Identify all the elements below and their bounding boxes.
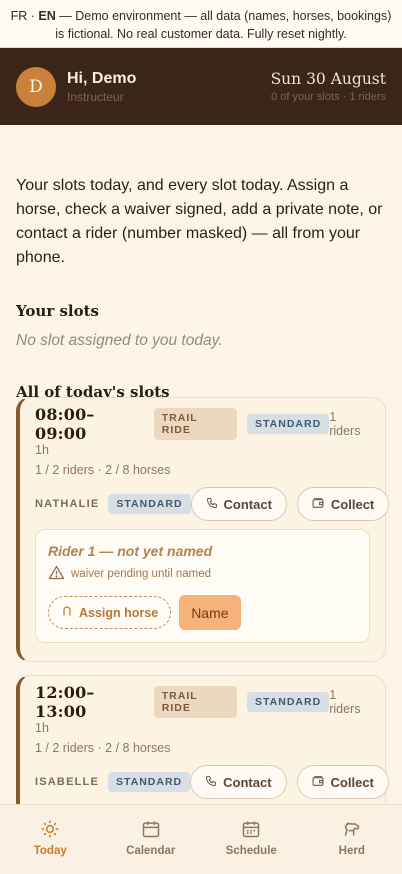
phone-icon (205, 775, 217, 790)
lang-fr-link[interactable]: FR (11, 9, 28, 23)
rider-entry: Rider 1 — not yet named waiver pending u… (35, 529, 370, 643)
slot-duration: 1h (35, 443, 49, 457)
date-block: Sun 30 August 0 of your slots · 1 riders (271, 70, 386, 103)
slot-instructor: NATHALIE (35, 498, 100, 510)
your-slots-empty: No slot assigned to you today. (16, 332, 223, 349)
instructor-level-badge: STANDARD (108, 494, 191, 514)
slots-summary: 0 of your slots · 1 riders (271, 91, 386, 103)
wallet-icon (312, 775, 325, 790)
phone-icon (206, 497, 218, 512)
slot-riders-count: 1 riders (329, 410, 361, 438)
collect-button[interactable]: Collect (296, 487, 390, 521)
collect-label: Collect (330, 774, 374, 790)
instructor-level-badge: STANDARD (108, 772, 191, 792)
slot-level-badge: STANDARD (247, 414, 330, 434)
lang-en-link[interactable]: EN (38, 9, 55, 23)
slot-level-badge: STANDARD (247, 692, 330, 712)
app-header: D Hi, Demo Instructeur Sun 30 August 0 o… (0, 48, 402, 125)
assign-horse-button[interactable]: Assign horse (48, 596, 172, 629)
slot-kind-badge: TRAIL RIDE (153, 686, 238, 718)
warning-icon (48, 565, 65, 583)
slot-instructor: ISABELLE (35, 776, 99, 788)
nav-calendar-label: Calendar (126, 845, 176, 857)
contact-button[interactable]: Contact (190, 487, 287, 521)
horseshoe-icon (61, 605, 73, 620)
greeting-block: Hi, Demo Instructeur (67, 70, 136, 104)
lang-separator: · (30, 9, 35, 23)
demo-notice-text: — Demo environment — all data (names, ho… (55, 9, 392, 41)
slot-capacity: 1 / 2 riders · 2 / 8 horses (35, 463, 171, 477)
assign-horse-label: Assign horse (79, 605, 159, 620)
nav-schedule-label: Schedule (225, 845, 277, 857)
nav-schedule[interactable]: Schedule (201, 805, 302, 874)
greeting-text: Hi, Demo (67, 69, 137, 87)
nav-herd[interactable]: Herd (302, 805, 402, 874)
rider-title: Rider 1 — not yet named (48, 543, 213, 559)
contact-label: Contact (223, 774, 272, 790)
slot-riders-count: 1 riders (329, 688, 361, 716)
user-role: Instructeur (67, 89, 124, 104)
slot-duration: 1h (35, 721, 49, 735)
main-content: Your slots today, and every slot today. … (0, 174, 402, 401)
calendar-icon (142, 821, 159, 838)
contact-label: Contact (223, 496, 272, 512)
nav-today[interactable]: Today (0, 805, 101, 874)
avatar[interactable]: D (16, 66, 56, 107)
name-rider-button[interactable]: Name (179, 595, 241, 630)
intro-text: Your slots today, and every slot today. … (16, 177, 383, 266)
collect-label: Collect (330, 496, 375, 512)
slot-time: 12:00–13:00 (35, 683, 95, 721)
demo-banner: FR · EN — Demo environment — all data (n… (0, 0, 402, 48)
wallet-icon (312, 497, 325, 512)
your-slots-heading: Your slots (16, 302, 99, 320)
collect-button[interactable]: Collect (296, 765, 389, 799)
current-date: Sun 30 August (270, 70, 386, 88)
sun-icon (41, 820, 59, 838)
schedule-icon (243, 821, 260, 838)
nav-calendar[interactable]: Calendar (101, 805, 202, 874)
nav-today-label: Today (33, 845, 67, 857)
contact-button[interactable]: Contact (190, 765, 287, 799)
slot-kind-badge: TRAIL RIDE (153, 408, 238, 440)
waiver-status: waiver pending until named (71, 568, 212, 580)
slot-capacity: 1 / 2 riders · 2 / 8 horses (35, 741, 171, 755)
slot-card: 08:00–09:00 TRAIL RIDE STANDARD 1 riders… (16, 397, 390, 662)
nav-herd-label: Herd (338, 845, 365, 857)
slot-time: 08:00–09:00 (35, 405, 95, 443)
horse-icon (344, 822, 360, 836)
bottom-nav: Today Calendar Schedule Herd (0, 804, 402, 874)
